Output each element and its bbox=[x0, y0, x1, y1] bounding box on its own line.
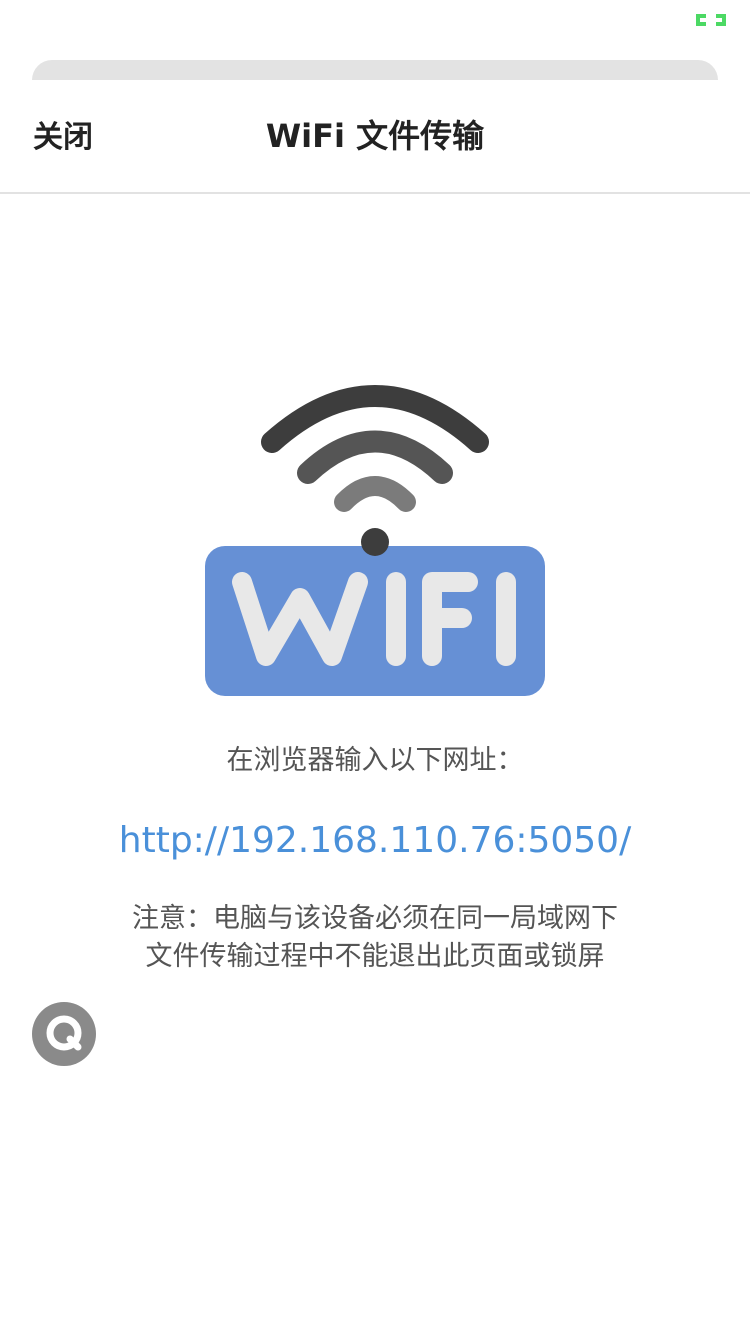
note-text: 注意：电脑与该设备必须在同一局域网下 文件传输过程中不能退出此页面或锁屏 bbox=[0, 900, 750, 976]
search-icon bbox=[46, 1015, 82, 1051]
wifi-dot bbox=[361, 528, 389, 556]
instruction-text: 在浏览器输入以下网址： bbox=[226, 745, 524, 776]
wifi-wave-middle bbox=[297, 430, 453, 484]
fullscreen-indicator-icon bbox=[696, 14, 726, 26]
wifi-wave-inner bbox=[334, 476, 416, 512]
note-line-2: 文件传输过程中不能退出此页面或锁屏 bbox=[145, 941, 605, 972]
page-title: WiFi 文件传输 bbox=[265, 117, 485, 155]
navigation-bar: 关闭 WiFi 文件传输 bbox=[0, 80, 750, 194]
status-bar bbox=[0, 0, 750, 40]
wifi-transfer-screen: 关闭 WiFi 文件传输 在浏览器输入以下网址： http://192.168.… bbox=[0, 0, 750, 1334]
wifi-icon bbox=[205, 385, 545, 696]
note-line-1: 注意：电脑与该设备必须在同一局域网下 bbox=[132, 903, 618, 934]
transfer-address-link[interactable]: http://192.168.110.76:5050/ bbox=[0, 818, 750, 864]
floating-search-button[interactable] bbox=[32, 1002, 96, 1066]
